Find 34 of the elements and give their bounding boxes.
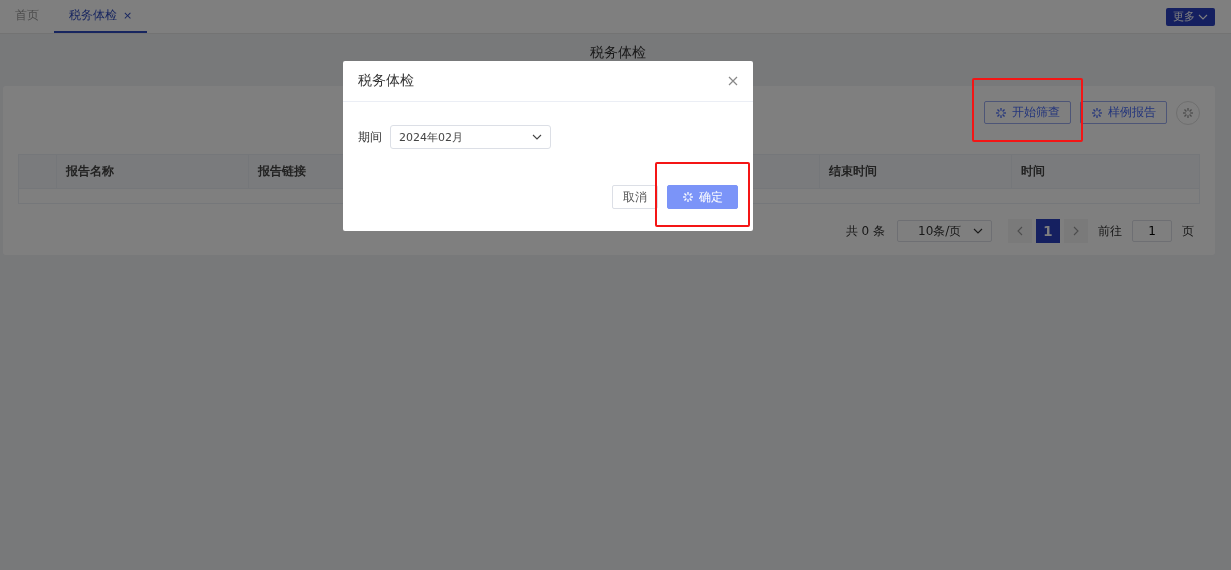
table-header-cell: 时间 <box>1011 155 1199 188</box>
prev-page-button[interactable] <box>1008 219 1032 243</box>
spinner-icon <box>1091 106 1103 119</box>
chevron-right-icon <box>1073 226 1079 236</box>
period-select[interactable]: 2024年02月 <box>390 125 551 149</box>
dialog-title: 税务体检 <box>358 72 414 90</box>
chevron-down-icon <box>973 228 983 234</box>
next-page-button[interactable] <box>1064 219 1088 243</box>
tab[interactable]: 税务体检 × <box>54 0 148 33</box>
cancel-button[interactable]: 取消 <box>612 185 658 209</box>
loading-button[interactable] <box>1176 101 1200 125</box>
chevron-left-icon <box>1017 226 1023 236</box>
close-icon[interactable]: × <box>123 9 133 22</box>
page-size-select[interactable]: 10条/页 <box>897 220 992 242</box>
field-label: 期间 <box>358 128 382 146</box>
spinner-icon <box>682 191 694 203</box>
close-icon <box>728 76 738 86</box>
page-title: 税务体检 <box>590 43 646 62</box>
spinner-icon <box>1182 107 1194 119</box>
goto-label: 前往 <box>1098 222 1122 240</box>
sample-report-button[interactable]: 样例报告 <box>1080 101 1167 124</box>
table-header-cell: 报告名称 <box>56 155 248 188</box>
more-button[interactable]: 更多 <box>1166 7 1215 26</box>
table-header-cell: 结束时间 <box>819 155 1011 188</box>
start-screening-button[interactable]: 开始筛查 <box>984 101 1071 124</box>
total-count: 共 0 条 <box>845 222 885 240</box>
chevron-down-icon <box>1198 13 1208 20</box>
close-button[interactable] <box>728 76 738 86</box>
page-suffix: 页 <box>1182 222 1194 240</box>
spinner-icon <box>995 106 1007 119</box>
page-number[interactable]: 1 <box>1036 219 1060 243</box>
confirm-button[interactable]: 确定 <box>667 185 738 209</box>
chevron-down-icon <box>532 134 542 140</box>
page-input[interactable]: 1 <box>1132 220 1172 242</box>
